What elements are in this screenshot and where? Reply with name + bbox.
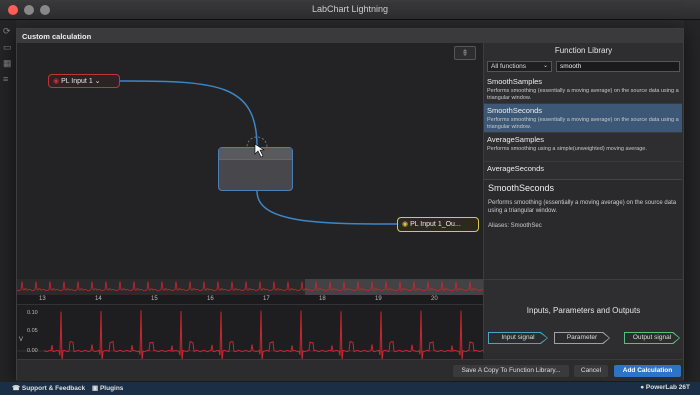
ecg-trace	[43, 310, 483, 362]
function-name: SmoothSeconds	[487, 106, 543, 115]
function-list-item[interactable]: AverageSeconds	[484, 162, 682, 175]
function-search-input[interactable]: smooth	[556, 61, 680, 72]
function-description: Performs smoothing using a simple(unweig…	[487, 146, 647, 152]
device-label: PowerLab 26T	[645, 384, 690, 391]
scale-label-low: 0.00	[27, 348, 38, 354]
custom-calculation-dialog: Custom calculation ⇞ ◉ PL Input 1 ⌄ ◉ PL…	[16, 28, 684, 381]
function-detail-description: Performs smoothing (essentially a moving…	[488, 200, 677, 214]
plugins-link[interactable]: ▣ Plugins	[92, 384, 123, 392]
plugins-icon: ▣	[92, 385, 100, 392]
function-description: Performs smoothing (essentially a moving…	[487, 88, 679, 101]
function-list-item-selected[interactable]: SmoothSeconds Performs smoothing (essent…	[484, 104, 682, 133]
ruler-tick-label: 14	[95, 296, 102, 302]
support-feedback-link[interactable]: ☎ Support & Feedback	[12, 384, 85, 392]
function-name: SmoothSamples	[487, 77, 543, 86]
ruler-tick-label: 13	[39, 296, 46, 302]
function-name: AverageSeconds	[487, 164, 544, 173]
function-name: AverageSamples	[487, 135, 544, 144]
status-bar: ☎ Support & Feedback ▣ Plugins ● PowerLa…	[0, 382, 700, 395]
output-signal-pill[interactable]: Output signal	[624, 332, 680, 344]
ruler-tick-label: 17	[263, 296, 270, 302]
ruler-tick-label: 16	[207, 296, 214, 302]
tool-icon[interactable]: ▭	[3, 42, 13, 52]
save-to-library-button[interactable]: Save A Copy To Function Library...	[453, 365, 569, 377]
overview-trace[interactable]	[17, 279, 483, 295]
list-icon[interactable]: ≡	[3, 74, 13, 84]
ruler-tick-label: 15	[151, 296, 158, 302]
time-ruler: 13 14 15 16 17 18 19 20	[17, 295, 483, 305]
function-list-item[interactable]: AverageSamples Performs smoothing using …	[484, 133, 682, 162]
support-icon: ☎	[12, 385, 22, 392]
app-title: LabChart Lightning	[311, 4, 389, 14]
function-list-item[interactable]: SmoothSamples Performs smoothing (essent…	[484, 75, 682, 104]
input-signal-label: Input signal	[489, 333, 547, 343]
function-library-title: Function Library	[554, 46, 613, 55]
function-library-panel: Function Library All functions ⌄ smooth …	[483, 43, 683, 279]
dialog-footer: Save A Copy To Function Library... Cance…	[17, 359, 683, 381]
device-status[interactable]: ● PowerLab 26T	[640, 384, 690, 391]
function-filter-select[interactable]: All functions ⌄	[487, 61, 552, 72]
parameter-pill[interactable]: Parameter	[554, 332, 610, 344]
ipo-title: Inputs, Parameters and Outputs	[526, 306, 641, 315]
plugins-label: Plugins	[99, 385, 124, 392]
inputs-parameters-outputs-panel: Inputs, Parameters and Outputs Input sig…	[483, 279, 683, 353]
output-signal-label: Output signal	[625, 333, 679, 343]
title-bar: LabChart Lightning	[0, 0, 700, 20]
ruler-tick-label: 18	[319, 296, 326, 302]
axis-unit-label: V	[19, 337, 23, 343]
cancel-button[interactable]: Cancel	[574, 365, 608, 377]
parameter-label: Parameter	[555, 333, 609, 343]
right-panel-strip	[684, 20, 700, 382]
support-label: Support & Feedback	[21, 385, 86, 392]
grid-icon[interactable]: ▦	[3, 58, 13, 68]
function-detail: SmoothSeconds Performs smoothing (essent…	[484, 179, 682, 279]
function-description: Performs smoothing (essentially a moving…	[487, 117, 679, 130]
scale-label-top: 0.10	[27, 310, 38, 316]
ruler-tick-label: 19	[375, 296, 382, 302]
function-detail-name: SmoothSeconds	[488, 183, 555, 193]
refresh-icon[interactable]: ⟳	[3, 26, 13, 36]
chevron-down-icon: ⌄	[542, 63, 548, 69]
scale-label-mid: 0.05	[27, 328, 38, 334]
cursor-icon	[254, 143, 265, 158]
function-list[interactable]: SmoothSamples Performs smoothing (essent…	[484, 75, 682, 175]
calculation-canvas[interactable]: ⇞ ◉ PL Input 1 ⌄ ◉ PL Input 1_Ou...	[17, 43, 483, 279]
dialog-title: Custom calculation	[17, 29, 683, 43]
cursor-layer	[254, 143, 265, 158]
left-toolbar: ⟳ ▭ ▦ ≡	[0, 20, 16, 382]
function-detail-aliases: Aliases: SmoothSec	[488, 223, 542, 229]
input-signal-pill[interactable]: Input signal	[488, 332, 548, 344]
function-filter-value: All functions	[491, 63, 527, 70]
add-calculation-button[interactable]: Add Calculation	[614, 365, 681, 377]
ruler-tick-label: 20	[431, 296, 438, 302]
